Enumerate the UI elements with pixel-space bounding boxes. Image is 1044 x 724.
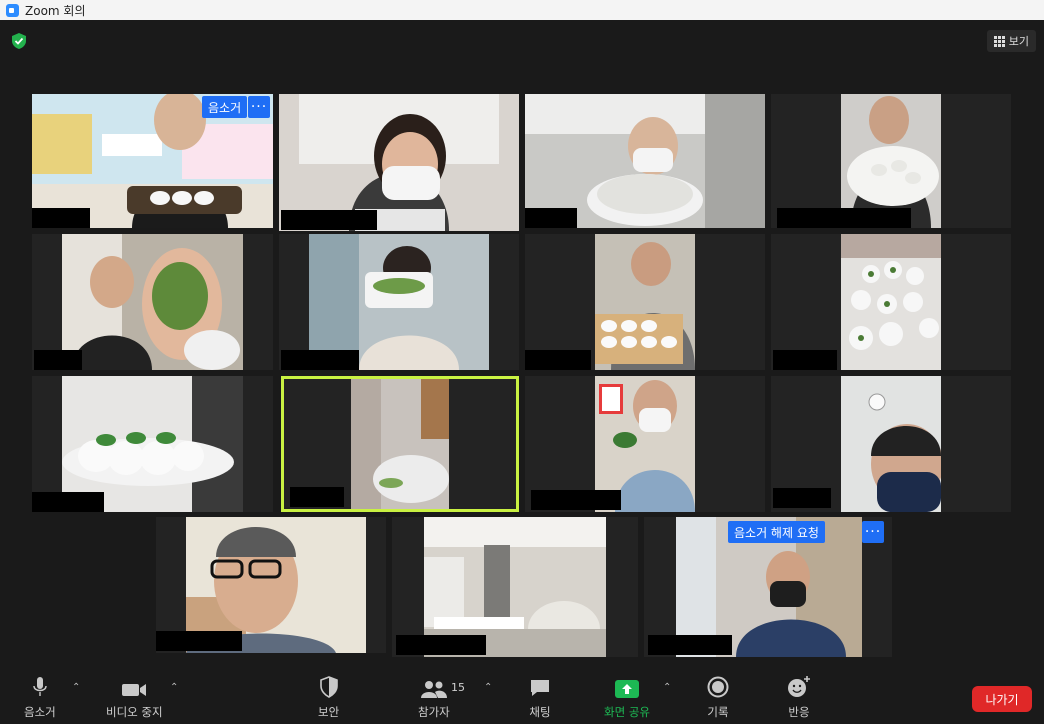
- title-bar: Zoom 회의: [0, 0, 1044, 20]
- view-button[interactable]: 보기: [986, 30, 1036, 52]
- more-options-button[interactable]: ···: [248, 96, 270, 118]
- more-options-button[interactable]: ···: [862, 521, 884, 543]
- chat-button[interactable]: 채팅: [529, 674, 551, 720]
- video-options-chevron-icon[interactable]: ⌃: [170, 682, 178, 693]
- mute-label: 음소거: [24, 705, 56, 719]
- participant-video: [351, 379, 449, 509]
- view-label: 보기: [1008, 35, 1029, 48]
- reactions-label: 반응: [788, 705, 810, 719]
- participant-name-redacted: [777, 208, 911, 228]
- security-shield-icon[interactable]: [10, 32, 28, 50]
- participant-name-redacted: [290, 487, 344, 507]
- chat-icon: [531, 680, 549, 696]
- participant-name-redacted: [34, 350, 82, 370]
- participants-options-chevron-icon[interactable]: ⌃: [484, 682, 492, 693]
- meeting-toolbar: 음소거 ⌃ 비디오 중지 ⌃ 보안 참가자 15 ⌃ 채팅 화면 공유 ⌃ 기록…: [0, 662, 1044, 724]
- participant-tile[interactable]: [32, 376, 273, 512]
- participant-tile[interactable]: [771, 376, 1011, 512]
- participant-tile[interactable]: [771, 94, 1011, 228]
- share-screen-icon: [614, 680, 639, 698]
- participant-name-redacted: [281, 210, 377, 230]
- participant-name-redacted: [32, 492, 104, 512]
- active-speaker-tile[interactable]: [281, 376, 519, 512]
- share-options-chevron-icon[interactable]: ⌃: [663, 682, 671, 693]
- record-button[interactable]: 기록: [707, 674, 729, 720]
- microphone-icon: [33, 677, 47, 696]
- record-label: 기록: [707, 705, 729, 719]
- unmute-request-badge[interactable]: 음소거 해제 요청: [728, 521, 825, 543]
- meeting-stage: 보기 음소거 ··· 음소거 해제 요청 ···: [0, 20, 1044, 662]
- participant-name-redacted: [531, 490, 621, 510]
- mute-badge[interactable]: 음소거: [202, 96, 248, 118]
- reactions-button[interactable]: 반응: [787, 674, 811, 720]
- stop-video-label: 비디오 중지: [106, 705, 163, 719]
- participant-tile[interactable]: [279, 234, 519, 370]
- participant-name-redacted: [525, 208, 577, 228]
- audio-options-chevron-icon[interactable]: ⌃: [72, 682, 80, 693]
- participant-name-redacted: [281, 350, 359, 370]
- video-camera-icon: [122, 684, 147, 696]
- participant-video: [841, 234, 941, 370]
- participant-tile[interactable]: [279, 94, 519, 231]
- security-button[interactable]: 보안: [318, 674, 339, 720]
- participant-video: [595, 234, 695, 370]
- participant-tile[interactable]: 음소거 ···: [32, 94, 273, 228]
- participant-tile[interactable]: 음소거 해제 요청 ···: [644, 517, 892, 657]
- participant-tile[interactable]: [525, 376, 765, 512]
- security-shield-icon: [319, 676, 338, 698]
- record-icon: [707, 676, 729, 698]
- participants-button[interactable]: 참가자: [418, 674, 450, 720]
- leave-meeting-button[interactable]: 나가기: [972, 686, 1032, 712]
- participant-tile[interactable]: [156, 517, 386, 653]
- stop-video-button[interactable]: 비디오 중지: [106, 674, 163, 720]
- participant-tile[interactable]: [525, 234, 765, 370]
- security-label: 보안: [318, 705, 340, 719]
- chat-label: 채팅: [529, 705, 551, 719]
- participant-name-redacted: [396, 635, 486, 655]
- participant-count: 15: [451, 681, 465, 694]
- window-title: Zoom 회의: [25, 3, 86, 18]
- participant-tile[interactable]: [392, 517, 638, 657]
- participants-icon: [420, 681, 447, 698]
- participant-video: [841, 376, 941, 512]
- share-screen-button[interactable]: 화면 공유: [604, 674, 650, 720]
- participant-tile[interactable]: [32, 234, 273, 370]
- participant-name-redacted: [32, 208, 90, 228]
- participant-name-redacted: [773, 488, 831, 508]
- share-screen-label: 화면 공유: [604, 705, 650, 719]
- participant-name-redacted: [648, 635, 732, 655]
- zoom-logo-icon: [6, 3, 19, 17]
- mute-button[interactable]: 음소거: [24, 674, 56, 720]
- participant-tile[interactable]: [771, 234, 1011, 370]
- grid-view-icon: [993, 35, 1005, 47]
- participant-tile[interactable]: [525, 94, 765, 228]
- participant-name-redacted: [773, 350, 837, 370]
- participant-name-redacted: [156, 631, 242, 651]
- reactions-smiley-icon: [788, 676, 810, 697]
- participant-name-redacted: [525, 350, 591, 370]
- participants-label: 참가자: [418, 705, 450, 719]
- participant-video: [62, 234, 243, 370]
